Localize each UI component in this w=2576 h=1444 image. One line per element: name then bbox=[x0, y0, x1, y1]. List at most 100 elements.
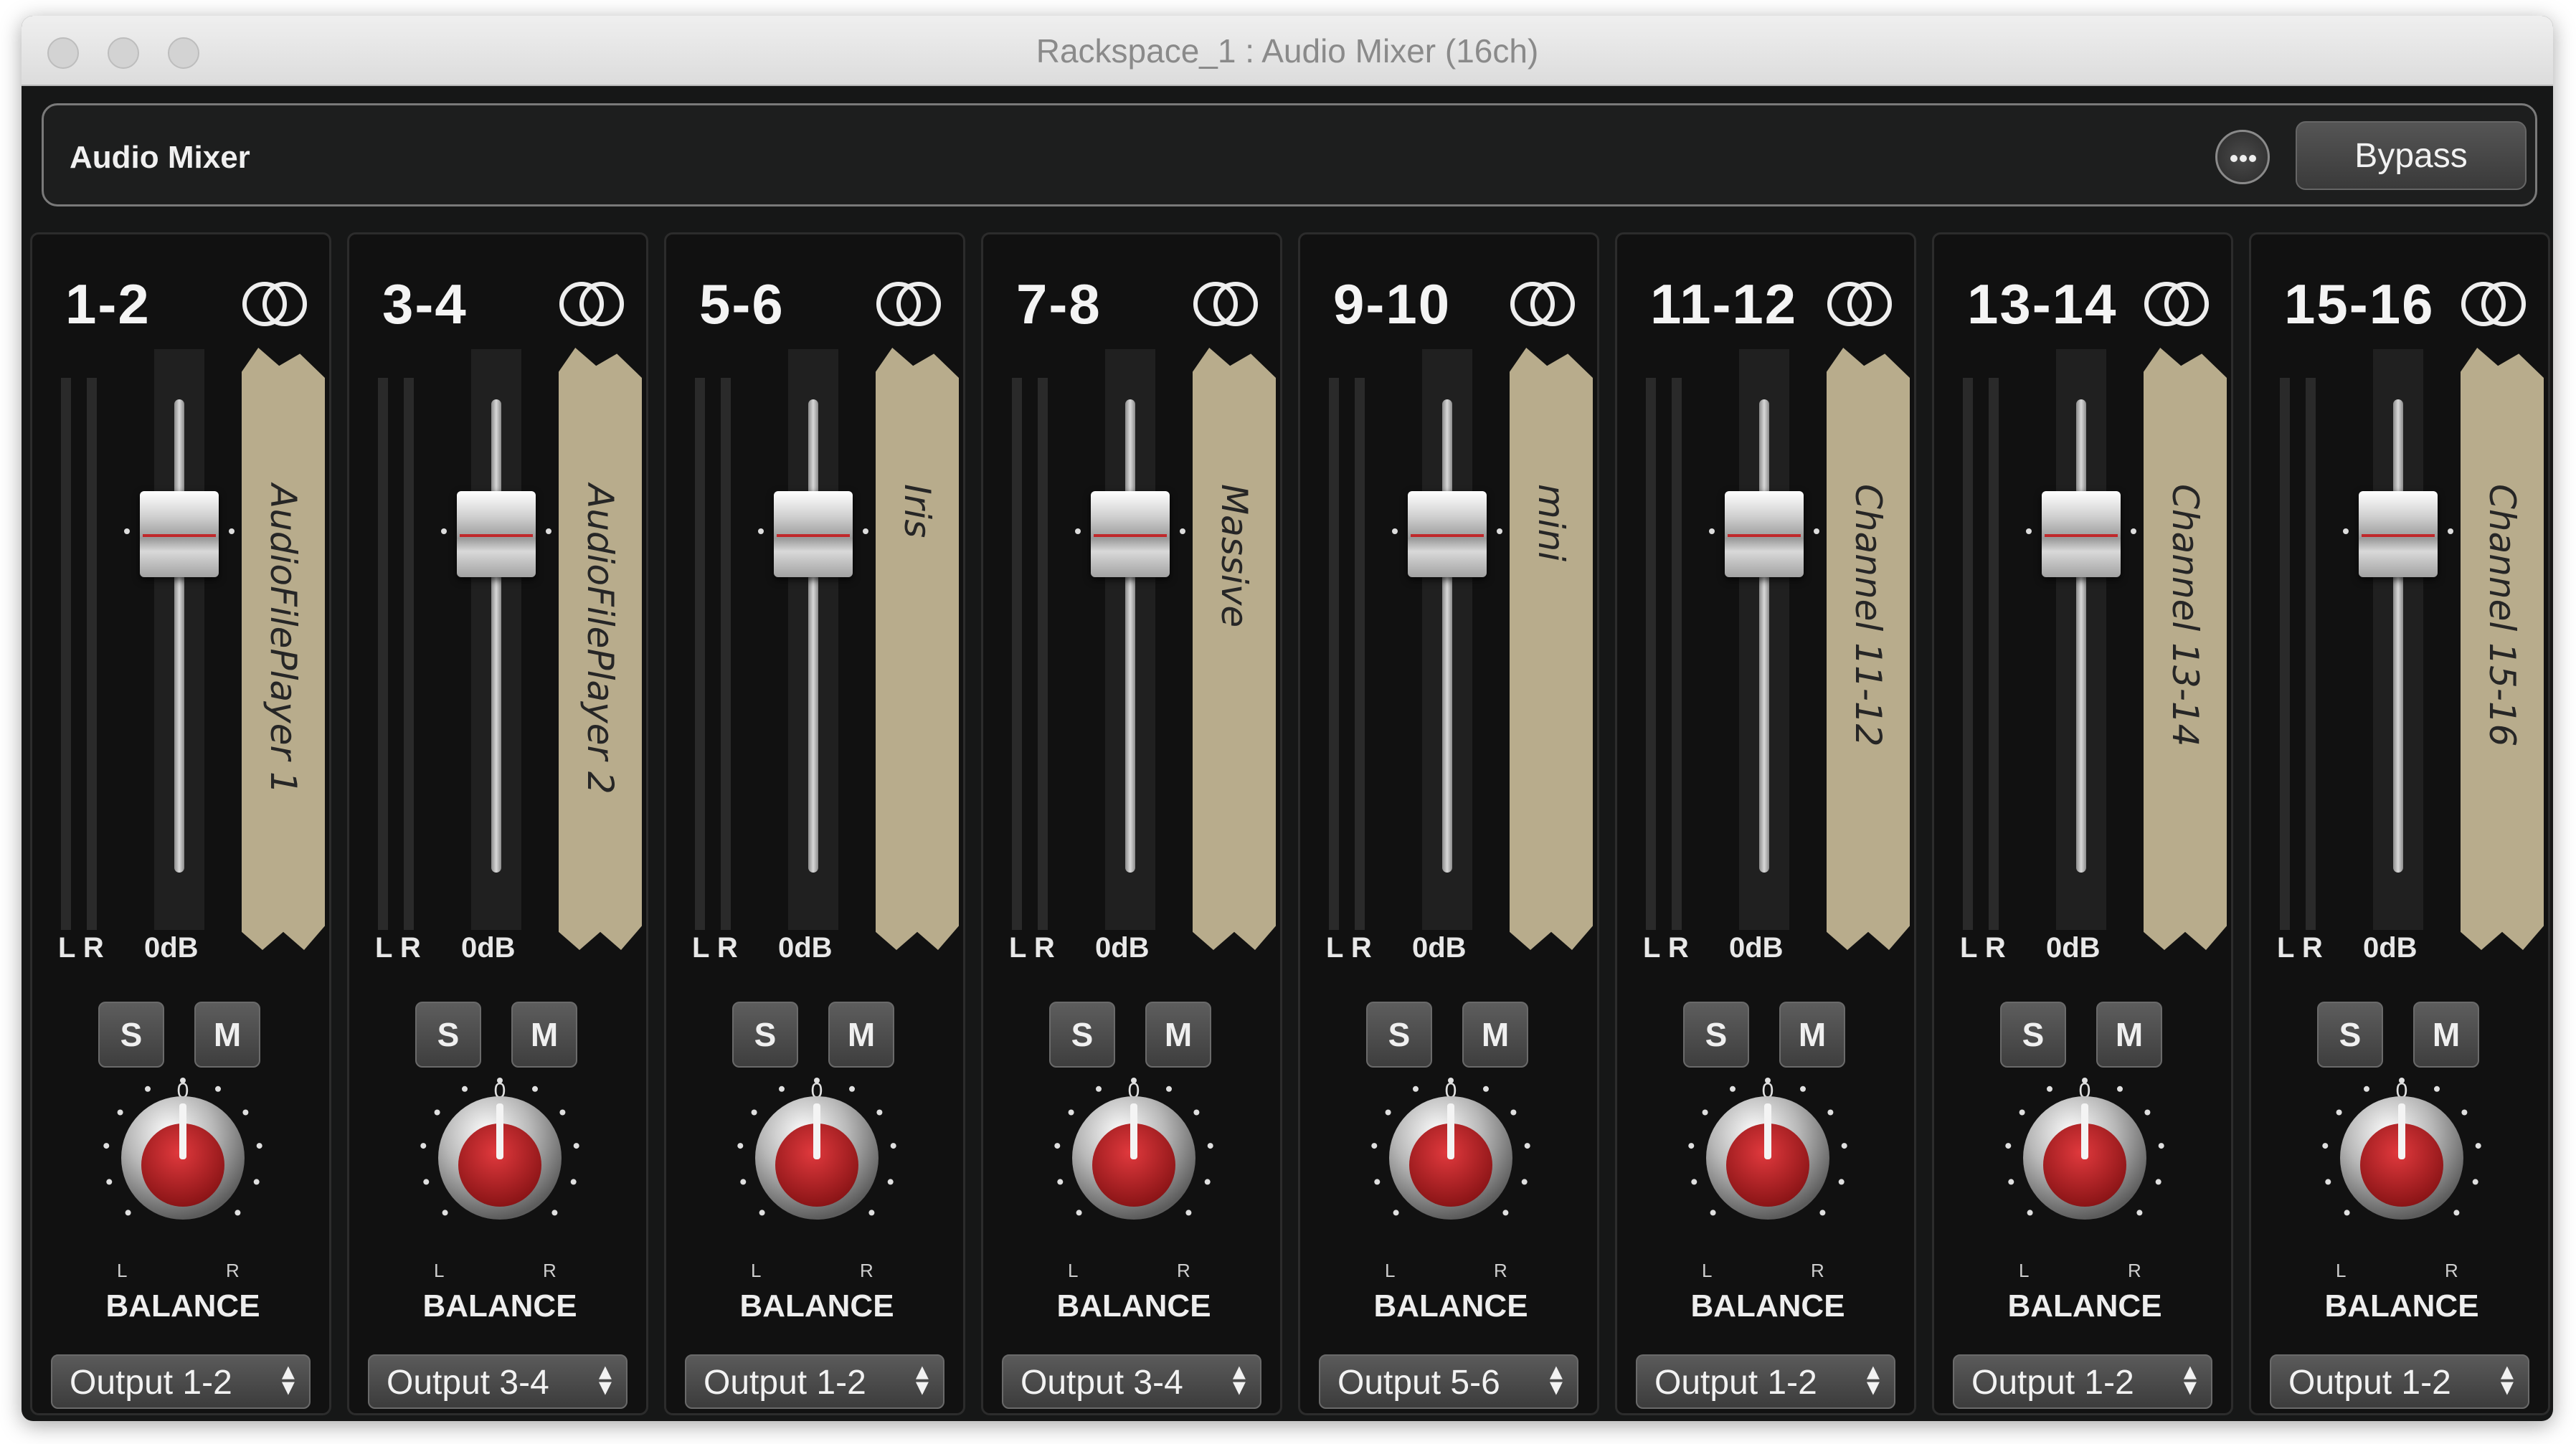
pan-right-label: R bbox=[543, 1260, 557, 1281]
updown-arrows-icon: ▴ ▾ bbox=[598, 1356, 612, 1401]
volume-fader[interactable] bbox=[774, 491, 853, 577]
balance-knob[interactable] bbox=[414, 1073, 586, 1274]
fader-zero-mark bbox=[2343, 528, 2349, 534]
channel-name-tape[interactable]: Channel 11-12 bbox=[1827, 348, 1910, 950]
channel-strip: 7-8 Massive L R 0dB S M 0 L R BALANCE Ou… bbox=[981, 232, 1282, 1415]
output-value: Output 3-4 bbox=[1021, 1364, 1183, 1402]
fader-zero-mark bbox=[441, 528, 447, 534]
balance-knob[interactable] bbox=[1365, 1073, 1537, 1274]
fader-zero-mark bbox=[1709, 528, 1715, 534]
fader-db-label: 0dB bbox=[461, 932, 516, 964]
volume-fader[interactable] bbox=[1408, 491, 1487, 577]
stereo-link-icon[interactable] bbox=[2458, 279, 2529, 329]
updown-arrows-icon: ▴ ▾ bbox=[2500, 1356, 2514, 1401]
mixer-title: Audio Mixer bbox=[70, 140, 250, 175]
channel-number: 7-8 bbox=[1016, 272, 1102, 336]
solo-button[interactable]: S bbox=[98, 1002, 164, 1068]
volume-fader[interactable] bbox=[1725, 491, 1804, 577]
level-meter-left bbox=[61, 378, 71, 930]
level-meter-right bbox=[404, 378, 414, 930]
mute-button[interactable]: M bbox=[1462, 1002, 1528, 1068]
output-value: Output 1-2 bbox=[70, 1364, 232, 1402]
solo-button[interactable]: S bbox=[732, 1002, 798, 1068]
output-select[interactable]: Output 5-6 ▴ ▾ bbox=[1319, 1354, 1578, 1409]
fader-zero-mark bbox=[1814, 528, 1819, 534]
channel-name: AudioFilePlayer 1 bbox=[262, 484, 304, 794]
stereo-link-icon[interactable] bbox=[556, 279, 628, 329]
balance-knob[interactable] bbox=[1682, 1073, 1854, 1274]
solo-button[interactable]: S bbox=[2317, 1002, 2383, 1068]
volume-fader[interactable] bbox=[1091, 491, 1170, 577]
volume-fader[interactable] bbox=[2042, 491, 2121, 577]
solo-button[interactable]: S bbox=[1049, 1002, 1115, 1068]
level-meter-left bbox=[1329, 378, 1339, 930]
stereo-link-icon[interactable] bbox=[1824, 279, 1895, 329]
solo-button[interactable]: S bbox=[1683, 1002, 1749, 1068]
window-title: Rackspace_1 : Audio Mixer (16ch) bbox=[1036, 32, 1539, 70]
balance-label: BALANCE bbox=[1056, 1288, 1211, 1324]
pan-left-label: L bbox=[2019, 1260, 2030, 1281]
channel-name-tape[interactable]: Massive bbox=[1193, 348, 1276, 950]
pan-left-label: L bbox=[1068, 1260, 1079, 1281]
channel-number: 1-2 bbox=[65, 272, 151, 336]
channel-name-tape[interactable]: AudioFilePlayer 1 bbox=[242, 348, 325, 950]
solo-button[interactable]: S bbox=[1366, 1002, 1432, 1068]
volume-fader[interactable] bbox=[140, 491, 219, 577]
balance-knob[interactable] bbox=[1999, 1073, 2171, 1274]
stereo-link-icon[interactable] bbox=[1507, 279, 1578, 329]
level-meter-left bbox=[378, 378, 388, 930]
output-select[interactable]: Output 1-2 ▴ ▾ bbox=[685, 1354, 944, 1409]
channel-name-tape[interactable]: mini bbox=[1510, 348, 1593, 950]
balance-label: BALANCE bbox=[1690, 1288, 1845, 1324]
stereo-link-icon[interactable] bbox=[873, 279, 944, 329]
updown-arrows-icon: ▴ ▾ bbox=[915, 1356, 929, 1401]
balance-knob[interactable] bbox=[2316, 1073, 2488, 1274]
volume-fader[interactable] bbox=[2359, 491, 2438, 577]
level-meter-right bbox=[1355, 378, 1365, 930]
mute-button[interactable]: M bbox=[2413, 1002, 2479, 1068]
channel-strip: 15-16 Channel 15-16 L R 0dB S M 0 L R BA… bbox=[2249, 232, 2550, 1415]
channel-name-tape[interactable]: Channel 13-14 bbox=[2144, 348, 2227, 950]
output-value: Output 1-2 bbox=[1971, 1364, 2134, 1402]
more-options-icon[interactable] bbox=[2215, 130, 2270, 184]
stereo-link-icon[interactable] bbox=[1190, 279, 1261, 329]
channel-name-tape[interactable]: Iris bbox=[876, 348, 959, 950]
channel-number: 5-6 bbox=[699, 272, 785, 336]
stereo-link-icon[interactable] bbox=[2141, 279, 2212, 329]
level-meter-right bbox=[2306, 378, 2316, 930]
output-select[interactable]: Output 1-2 ▴ ▾ bbox=[1636, 1354, 1895, 1409]
pan-right-label: R bbox=[1811, 1260, 1824, 1281]
channel-name: Massive bbox=[1213, 484, 1255, 628]
output-value: Output 1-2 bbox=[1654, 1364, 1817, 1402]
mute-button[interactable]: M bbox=[1779, 1002, 1845, 1068]
balance-knob[interactable] bbox=[97, 1073, 269, 1274]
pan-left-label: L bbox=[1702, 1260, 1713, 1281]
balance-knob[interactable] bbox=[731, 1073, 903, 1274]
mute-button[interactable]: M bbox=[828, 1002, 894, 1068]
channel-name-tape[interactable]: AudioFilePlayer 2 bbox=[559, 348, 642, 950]
balance-label: BALANCE bbox=[1373, 1288, 1528, 1324]
meter-lr-label: L R bbox=[1960, 932, 2006, 964]
balance-label: BALANCE bbox=[739, 1288, 894, 1324]
output-select[interactable]: Output 1-2 ▴ ▾ bbox=[2270, 1354, 2529, 1409]
balance-label: BALANCE bbox=[2007, 1288, 2162, 1324]
solo-button[interactable]: S bbox=[415, 1002, 481, 1068]
pan-right-label: R bbox=[2128, 1260, 2141, 1281]
balance-knob[interactable] bbox=[1048, 1073, 1220, 1274]
output-select[interactable]: Output 1-2 ▴ ▾ bbox=[1953, 1354, 2212, 1409]
stereo-link-icon[interactable] bbox=[239, 279, 311, 329]
output-select[interactable]: Output 3-4 ▴ ▾ bbox=[1002, 1354, 1261, 1409]
level-meter-left bbox=[2280, 378, 2290, 930]
mute-button[interactable]: M bbox=[2096, 1002, 2162, 1068]
output-select[interactable]: Output 3-4 ▴ ▾ bbox=[368, 1354, 628, 1409]
solo-button[interactable]: S bbox=[2000, 1002, 2066, 1068]
channel-name-tape[interactable]: Channel 15-16 bbox=[2461, 348, 2544, 950]
output-value: Output 3-4 bbox=[387, 1364, 549, 1402]
bypass-button[interactable]: Bypass bbox=[2296, 121, 2527, 190]
output-value: Output 1-2 bbox=[704, 1364, 866, 1402]
mute-button[interactable]: M bbox=[511, 1002, 577, 1068]
mute-button[interactable]: M bbox=[1145, 1002, 1211, 1068]
mute-button[interactable]: M bbox=[194, 1002, 260, 1068]
volume-fader[interactable] bbox=[457, 491, 536, 577]
output-select[interactable]: Output 1-2 ▴ ▾ bbox=[51, 1354, 311, 1409]
